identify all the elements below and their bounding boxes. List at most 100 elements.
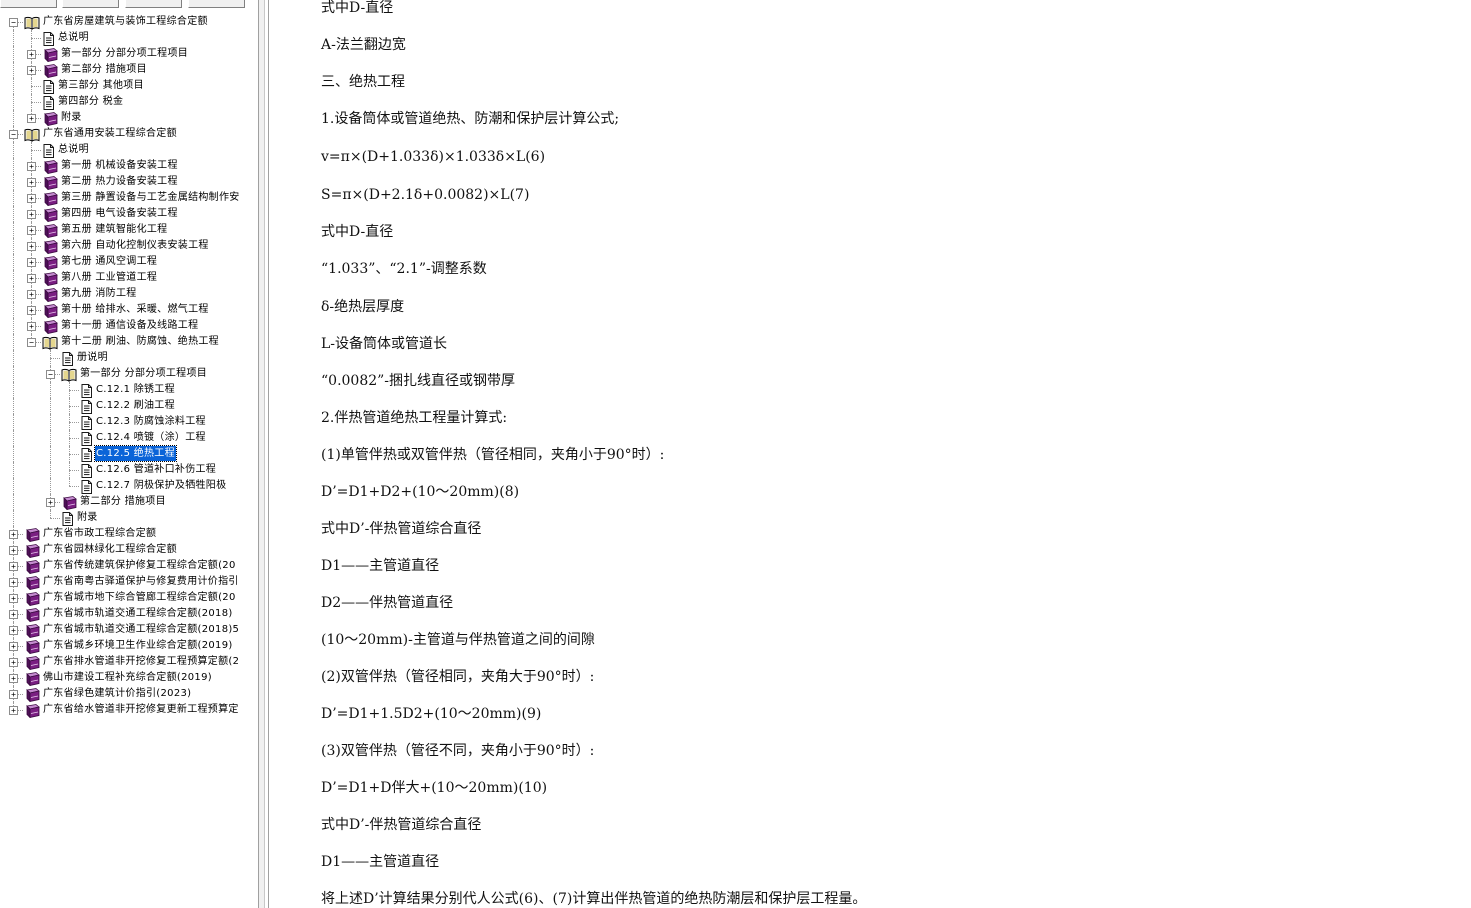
tree-node-label[interactable]: 广东省绿色建筑计价指引(2023): [42, 686, 192, 701]
tree-node-label[interactable]: 广东省通用安装工程综合定额: [42, 126, 178, 141]
tree-node-label[interactable]: 第四部分 税金: [57, 94, 124, 109]
expand-toggle-icon[interactable]: +: [9, 610, 18, 619]
tree-node-label[interactable]: 第六册 自动化控制仪表安装工程: [60, 238, 210, 253]
tree-node-label[interactable]: 第四册 电气设备安装工程: [60, 206, 179, 221]
tree-node[interactable]: + 广东省绿色建筑计价指引(2023): [0, 686, 252, 703]
tree-node[interactable]: + 广东省排水管道非开挖修复工程预算定额(2: [0, 654, 252, 671]
tree-node-label[interactable]: 第一部分 分部分项工程项目: [79, 366, 208, 381]
expand-toggle-icon[interactable]: +: [9, 562, 18, 571]
tree-node[interactable]: + 第二部分 措施项目: [0, 494, 252, 511]
expand-toggle-icon[interactable]: +: [27, 290, 36, 299]
expand-toggle-icon[interactable]: +: [9, 626, 18, 635]
expand-toggle-icon[interactable]: +: [27, 66, 36, 75]
tree-node-label[interactable]: 第二部分 措施项目: [79, 494, 167, 509]
tree-node-label[interactable]: 佛山市建设工程补充综合定额(2019): [42, 670, 213, 685]
tree-node[interactable]: + 第十册 给排水、采暖、燃气工程: [0, 302, 252, 319]
tree-node-label[interactable]: 第九册 消防工程: [60, 286, 138, 301]
tree-node-label[interactable]: 第三部分 其他项目: [57, 78, 145, 93]
collapse-toggle-icon[interactable]: −: [9, 18, 18, 27]
expand-toggle-icon[interactable]: +: [46, 498, 55, 507]
tree-node-label[interactable]: 广东省房屋建筑与装饰工程综合定额: [42, 14, 209, 29]
expand-toggle-icon[interactable]: +: [9, 642, 18, 651]
tree-node[interactable]: + 广东省市政工程综合定额: [0, 526, 252, 543]
tree-node[interactable]: 总说明: [0, 142, 252, 158]
tree-node[interactable]: 附录: [0, 510, 252, 526]
tree-node[interactable]: + 第八册 工业管道工程: [0, 270, 252, 287]
tree-node[interactable]: + 广东省城市轨道交通工程综合定额(2018)5: [0, 622, 252, 639]
tree-node-label[interactable]: 第二部分 措施项目: [60, 62, 148, 77]
tree-node-label[interactable]: 广东省排水管道非开挖修复工程预算定额(2: [42, 654, 240, 669]
expand-toggle-icon[interactable]: +: [9, 594, 18, 603]
tree-node-label[interactable]: 广东省园林绿化工程综合定额: [42, 542, 178, 557]
tree-node-label[interactable]: 广东省城乡环境卫生作业综合定额(2019): [42, 638, 234, 653]
expand-toggle-icon[interactable]: +: [27, 258, 36, 267]
tree-node[interactable]: C.12.2 刷油工程: [0, 398, 252, 414]
tree-node-label[interactable]: C.12.4 喷镀（涂）工程: [95, 430, 207, 445]
tree-node[interactable]: + 附录: [0, 110, 252, 127]
tree-node[interactable]: C.12.4 喷镀（涂）工程: [0, 430, 252, 446]
tree-node[interactable]: + 广东省给水管道非开挖修复更新工程预算定: [0, 702, 252, 719]
expand-toggle-icon[interactable]: +: [9, 690, 18, 699]
tree-node-label[interactable]: 第一册 机械设备安装工程: [60, 158, 179, 173]
expand-toggle-icon[interactable]: +: [27, 322, 36, 331]
expand-toggle-icon[interactable]: +: [27, 178, 36, 187]
tree-node[interactable]: + 第三册 静置设备与工艺金属结构制作安: [0, 190, 252, 207]
expand-toggle-icon[interactable]: +: [9, 674, 18, 683]
tree-node[interactable]: 第三部分 其他项目: [0, 78, 252, 94]
tree-node-label[interactable]: 广东省南粤古驿道保护与修复费用计价指引: [42, 574, 240, 589]
tree-node[interactable]: + 广东省城市轨道交通工程综合定额(2018): [0, 606, 252, 623]
tree-node[interactable]: + 广东省传统建筑保护修复工程综合定额(20: [0, 558, 252, 575]
tree-node-label[interactable]: C.12.7 阴极保护及牺牲阳极: [95, 478, 227, 493]
expand-toggle-icon[interactable]: +: [9, 578, 18, 587]
tree-node[interactable]: + 第二部分 措施项目: [0, 62, 252, 79]
tree-node-label[interactable]: 第八册 工业管道工程: [60, 270, 158, 285]
tab-button-2[interactable]: [62, 0, 119, 8]
tree-node-label[interactable]: 附录: [76, 510, 99, 525]
tree-node-label[interactable]: C.12.2 刷油工程: [95, 398, 176, 413]
tree-node[interactable]: − 广东省通用安装工程综合定额: [0, 126, 252, 142]
tree-node[interactable]: − 第一部分 分部分项工程项目: [0, 366, 252, 382]
expand-toggle-icon[interactable]: +: [27, 50, 36, 59]
tree-node[interactable]: + 第九册 消防工程: [0, 286, 252, 303]
tree-node[interactable]: + 第二册 热力设备安装工程: [0, 174, 252, 191]
tree-node[interactable]: C.12.3 防腐蚀涂料工程: [0, 414, 252, 430]
tree-node[interactable]: + 广东省园林绿化工程综合定额: [0, 542, 252, 559]
tree-node[interactable]: + 广东省城市地下综合管廊工程综合定额(20: [0, 590, 252, 607]
expand-toggle-icon[interactable]: +: [27, 162, 36, 171]
tree-node-label-selected[interactable]: C.12.5 绝热工程: [94, 445, 177, 462]
tab-button-1[interactable]: [0, 0, 57, 8]
tree-node[interactable]: C.12.6 管道补口补伤工程: [0, 462, 252, 478]
expand-toggle-icon[interactable]: +: [9, 530, 18, 539]
tree-node-label[interactable]: 总说明: [57, 142, 90, 157]
tree-node[interactable]: 册说明: [0, 350, 252, 366]
expand-toggle-icon[interactable]: +: [27, 306, 36, 315]
expand-toggle-icon[interactable]: +: [27, 226, 36, 235]
collapse-toggle-icon[interactable]: −: [27, 338, 36, 347]
tree-node-label[interactable]: 广东省城市轨道交通工程综合定额(2018)5: [42, 622, 240, 637]
tree-node-label[interactable]: 附录: [60, 110, 83, 125]
tree-node-label[interactable]: 广东省给水管道非开挖修复更新工程预算定: [42, 702, 240, 717]
tab-button-3[interactable]: [125, 0, 182, 8]
tree-node-label[interactable]: 广东省城市地下综合管廊工程综合定额(20: [42, 590, 237, 605]
tree-node[interactable]: + 第一册 机械设备安装工程: [0, 158, 252, 175]
tree-node[interactable]: + 第四册 电气设备安装工程: [0, 206, 252, 223]
tree-node[interactable]: 总说明: [0, 30, 252, 46]
collapse-toggle-icon[interactable]: −: [46, 370, 55, 379]
expand-toggle-icon[interactable]: +: [9, 546, 18, 555]
expand-toggle-icon[interactable]: +: [27, 274, 36, 283]
tree-node[interactable]: + 广东省城乡环境卫生作业综合定额(2019): [0, 638, 252, 655]
tree-node[interactable]: + 第七册 通风空调工程: [0, 254, 252, 271]
tree-node[interactable]: − 第十二册 刷油、防腐蚀、绝热工程: [0, 334, 252, 350]
tree-node-label[interactable]: 广东省城市轨道交通工程综合定额(2018): [42, 606, 234, 621]
tab-button-4[interactable]: [188, 0, 245, 8]
tree-node[interactable]: + 第十一册 通信设备及线路工程: [0, 318, 252, 335]
tree-node[interactable]: + 佛山市建设工程补充综合定额(2019): [0, 670, 252, 687]
tree-node[interactable]: + 第一部分 分部分项工程项目: [0, 46, 252, 63]
tree-node-label[interactable]: 第一部分 分部分项工程项目: [60, 46, 189, 61]
tree-node-label[interactable]: 广东省传统建筑保护修复工程综合定额(20: [42, 558, 237, 573]
tree-node-label[interactable]: 广东省市政工程综合定额: [42, 526, 157, 541]
collapse-toggle-icon[interactable]: −: [9, 130, 18, 139]
expand-toggle-icon[interactable]: +: [9, 706, 18, 715]
tree-node-label[interactable]: C.12.3 防腐蚀涂料工程: [95, 414, 207, 429]
tree-node-label[interactable]: 册说明: [76, 350, 109, 365]
